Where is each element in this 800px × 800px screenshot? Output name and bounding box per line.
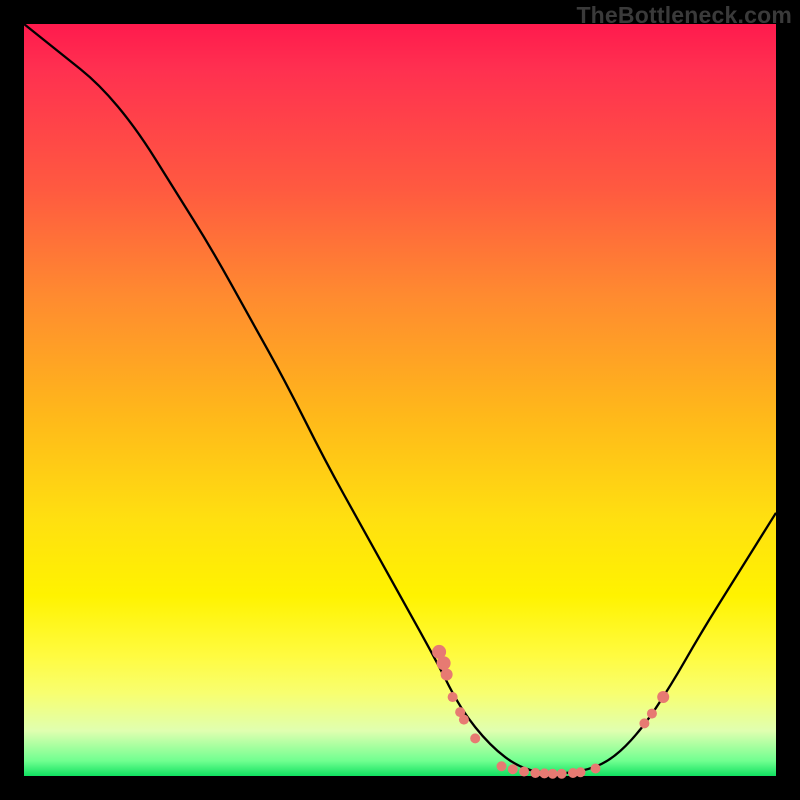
scatter-dots — [432, 645, 669, 779]
data-dot — [519, 766, 529, 776]
data-dot — [639, 718, 649, 728]
data-dot — [508, 764, 518, 774]
data-dot — [441, 668, 453, 680]
data-dot — [497, 761, 507, 771]
data-dot — [591, 763, 601, 773]
data-dot — [657, 691, 669, 703]
data-dot — [470, 733, 480, 743]
data-dot — [459, 715, 469, 725]
chart-svg — [24, 24, 776, 776]
data-dot — [557, 769, 567, 779]
data-dot — [437, 656, 451, 670]
bottleneck-curve — [24, 24, 776, 773]
chart-plot-area — [24, 24, 776, 776]
data-dot — [647, 709, 657, 719]
data-dot — [448, 692, 458, 702]
data-dot — [548, 769, 558, 779]
data-dot — [530, 768, 540, 778]
data-dot — [575, 767, 585, 777]
watermark-text: TheBottleneck.com — [576, 2, 792, 29]
